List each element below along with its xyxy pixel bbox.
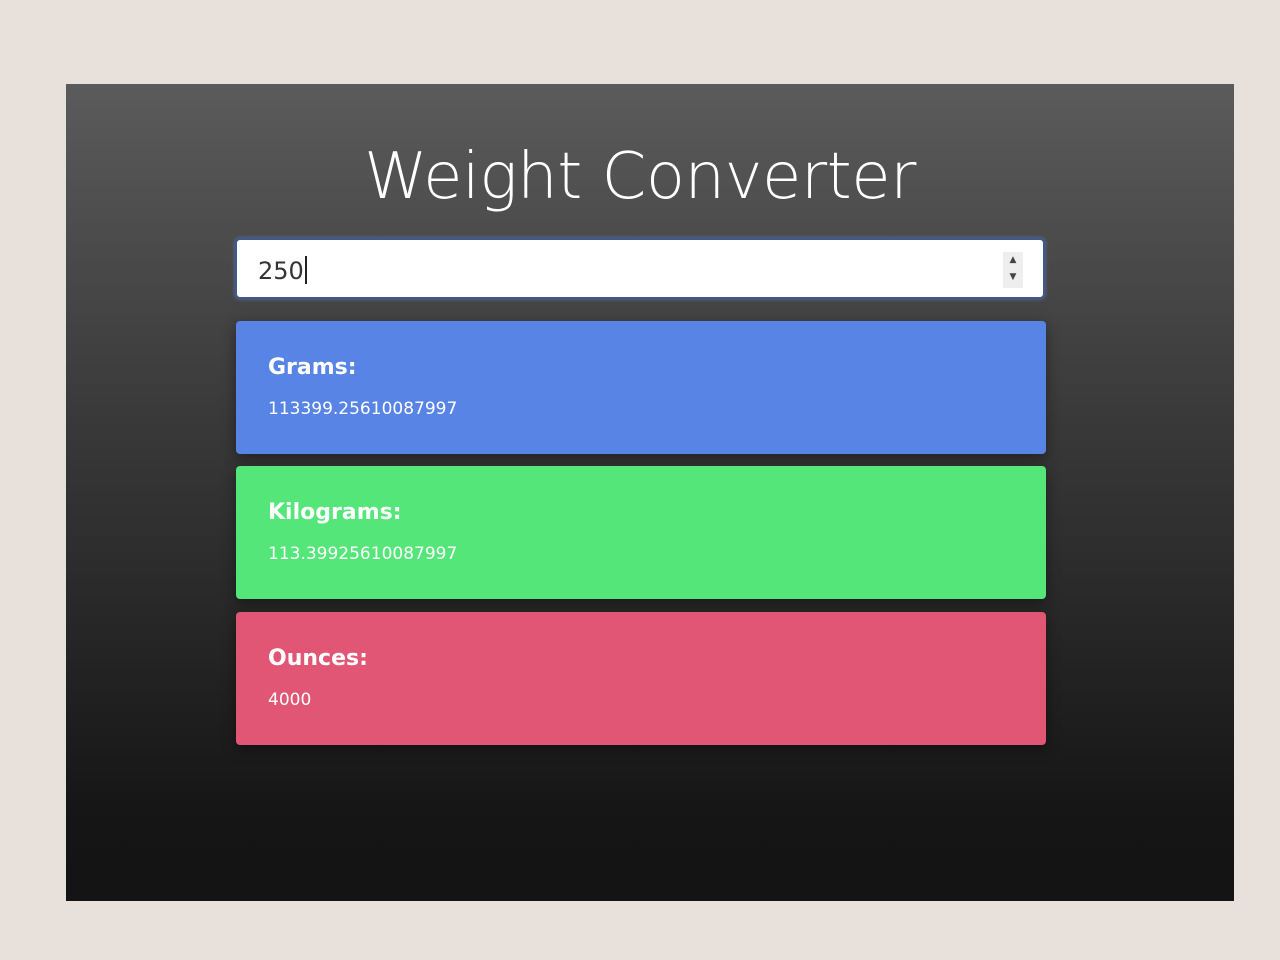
kilograms-card: Kilograms: 113.39925610087997 [236,466,1046,599]
number-spinner[interactable]: ▲ ▼ [1003,252,1023,288]
input-text: 250 [258,257,304,285]
spin-up-icon[interactable]: ▲ [1003,252,1023,269]
text-caret [304,256,307,284]
kilograms-label: Kilograms: [268,500,402,525]
grams-label: Grams: [268,355,357,380]
kilograms-value: 113.39925610087997 [268,544,458,564]
spin-down-icon[interactable]: ▼ [1003,269,1023,286]
grams-value: 113399.25610087997 [268,399,458,419]
ounces-card: Ounces: 4000 [236,612,1046,745]
ounces-value: 4000 [268,690,312,710]
pounds-input[interactable]: 250 ▲ ▼ [235,238,1045,299]
input-value: 250 [258,256,307,285]
ounces-label: Ounces: [268,646,368,671]
grams-card: Grams: 113399.25610087997 [236,321,1046,454]
page-title: Weight Converter [364,140,916,214]
